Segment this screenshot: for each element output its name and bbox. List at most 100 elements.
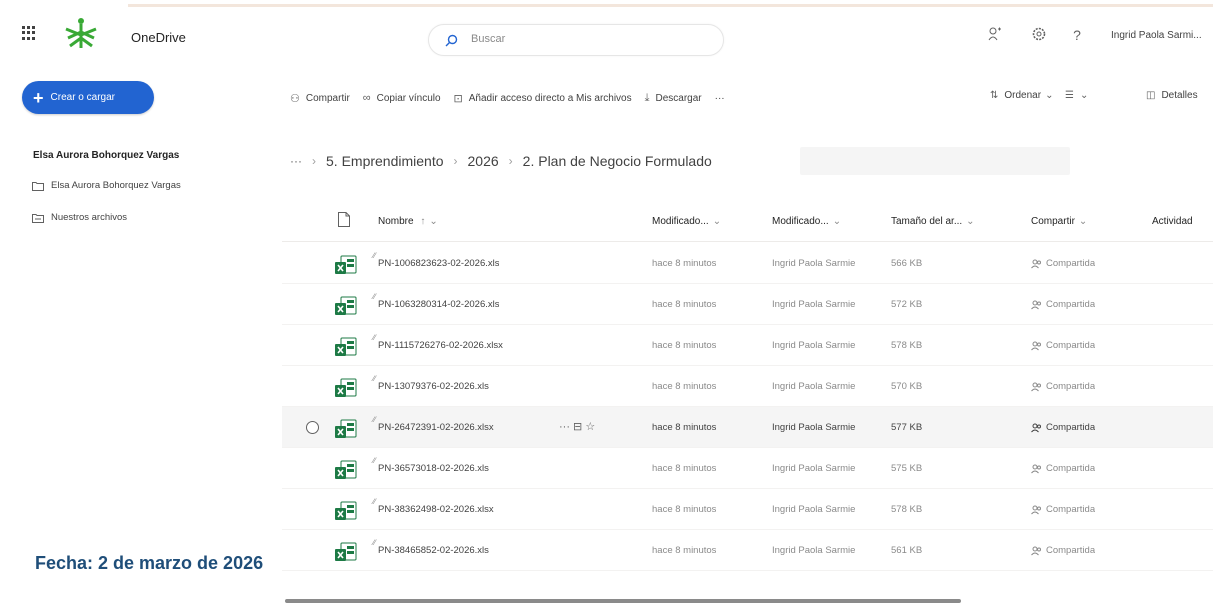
details-command[interactable]: ◫ Detalles <box>1146 90 1198 101</box>
breadcrumb-overflow-button[interactable]: ··· <box>290 154 302 168</box>
sharing-label: Compartida <box>1046 504 1096 515</box>
breadcrumb-item[interactable]: 5. Emprendimiento <box>326 153 444 169</box>
file-sharing-status[interactable]: Compartida <box>1031 504 1095 515</box>
chevron-right-icon: › <box>508 154 513 168</box>
row-select-radio[interactable] <box>306 421 319 434</box>
column-header-sharing[interactable]: Compartir ⌄ <box>1031 216 1087 227</box>
search-input[interactable] <box>471 33 691 45</box>
file-sharing-status[interactable]: Compartida <box>1031 381 1095 392</box>
file-modified-by[interactable]: Ingrid Paola Sarmie <box>772 381 882 392</box>
user-name[interactable]: Ingrid Paola Sarmi... <box>1111 30 1202 41</box>
file-name-link[interactable]: PN-36573018-02-2026.xls <box>378 463 489 474</box>
sort-arrow-icon: ↑ <box>420 216 426 227</box>
file-modified: hace 8 minutos <box>652 545 717 556</box>
people-icon <box>1031 423 1041 432</box>
help-icon[interactable]: ? <box>1068 26 1086 44</box>
file-row[interactable]: ∕∕ PN-38362498-02-2026.xlsx hace 8 minutos… <box>282 489 1213 530</box>
sort-icon: ⇅ <box>990 90 999 101</box>
share-command[interactable]: ⚇ Compartir <box>290 92 350 105</box>
file-modified: hace 8 minutos <box>652 299 717 310</box>
nav-item-our-files[interactable]: Nuestros archivos <box>32 212 127 223</box>
sharing-label: Compartida <box>1046 422 1096 433</box>
column-header-modified-by[interactable]: Modificado... ⌄ <box>772 216 841 227</box>
excel-file-icon <box>335 296 357 315</box>
file-modified-by[interactable]: Ingrid Paola Sarmie <box>772 258 882 269</box>
column-header-activity[interactable]: Actividad <box>1152 216 1193 227</box>
column-label: Modificado... <box>772 216 829 227</box>
row-actions[interactable]: ··· ⊟ ☆ <box>559 420 595 433</box>
nav-item-library-folder[interactable]: Elsa Aurora Bohorquez Vargas <box>32 180 181 191</box>
file-sharing-status[interactable]: Compartida <box>1031 299 1095 310</box>
more-commands-button[interactable]: ··· <box>715 93 725 104</box>
file-sharing-status[interactable]: Compartida <box>1031 340 1095 351</box>
file-row[interactable]: ∕∕ PN-26472391-02-2026.xlsx ··· ⊟ ☆ hace 8 … <box>282 407 1213 448</box>
search-box[interactable] <box>428 24 724 56</box>
link-icon: ∞ <box>362 92 371 104</box>
file-name-link[interactable]: PN-26472391-02-2026.xlsx <box>378 422 494 433</box>
add-shortcut-command[interactable]: ⊡ Añadir acceso directo a Mis archivos <box>454 92 632 105</box>
file-size: 578 KB <box>891 504 923 515</box>
file-name-link[interactable]: PN-1063280314-02-2026.xls <box>378 299 499 310</box>
file-modified-by[interactable]: Ingrid Paola Sarmie <box>772 340 882 351</box>
microphone-share-icon[interactable] <box>986 26 1004 44</box>
sync-status-icon: ∕∕ <box>373 292 376 301</box>
file-name-link[interactable]: PN-1115726276-02-2026.xlsx <box>378 340 503 351</box>
sort-label: Ordenar <box>1004 90 1042 101</box>
horizontal-scrollbar[interactable] <box>285 599 961 603</box>
download-command[interactable]: ⤓ Descargar <box>645 92 702 105</box>
file-row[interactable]: ∕∕ PN-1006823623-02-2026.xls hace 8 minuto… <box>282 243 1213 284</box>
app-launcher-icon[interactable] <box>22 26 36 40</box>
file-sharing-status[interactable]: Compartida <box>1031 545 1095 556</box>
nav-item-label: Elsa Aurora Bohorquez Vargas <box>51 180 181 191</box>
column-header-modified[interactable]: Modificado... ⌄ <box>652 216 721 227</box>
file-sharing-status[interactable]: Compartida <box>1031 463 1095 474</box>
share-label: Compartir <box>305 92 350 104</box>
file-row[interactable]: ∕∕ PN-1115726276-02-2026.xlsx hace 8 minut… <box>282 325 1213 366</box>
more-label: ··· <box>714 92 725 104</box>
file-name-link[interactable]: PN-13079376-02-2026.xls <box>378 381 489 392</box>
file-row[interactable]: ∕∕ PN-13079376-02-2026.xls hace 8 minutos I… <box>282 366 1213 407</box>
file-name-link[interactable]: PN-1006823623-02-2026.xls <box>378 258 499 269</box>
file-name-link[interactable]: PN-38362498-02-2026.xlsx <box>378 504 494 515</box>
copy-link-command[interactable]: ∞ Copiar vínculo <box>363 92 441 104</box>
file-sharing-status[interactable]: Compartida <box>1031 258 1095 269</box>
file-modified-by[interactable]: Ingrid Paola Sarmie <box>772 504 882 515</box>
breadcrumb-current-folder[interactable]: 2. Plan de Negocio Formulado <box>523 153 712 169</box>
list-view-icon: ☰ <box>1065 90 1074 101</box>
file-row[interactable]: ∕∕ PN-1063280314-02-2026.xls hace 8 minuto… <box>282 284 1213 325</box>
folder-icon <box>32 181 44 191</box>
file-name-link[interactable]: PN-38465852-02-2026.xls <box>378 545 489 556</box>
settings-gear-icon[interactable] <box>1030 26 1048 44</box>
file-row[interactable]: ∕∕ PN-38465852-02-2026.xls hace 8 minutos I… <box>282 530 1213 571</box>
column-header-size[interactable]: Tamaño del ar... ⌄ <box>891 216 975 227</box>
view-options-command[interactable]: ☰ ⌄ <box>1065 90 1088 101</box>
file-modified-by[interactable]: Ingrid Paola Sarmie <box>772 463 882 474</box>
file-size: 575 KB <box>891 463 923 474</box>
organization-logo-icon[interactable] <box>60 16 102 50</box>
download-icon: ⤓ <box>644 91 650 104</box>
chevron-down-icon: ⌄ <box>429 216 438 227</box>
chevron-down-icon: ⌄ <box>966 216 975 227</box>
chevron-right-icon: › <box>453 154 458 168</box>
file-modified-by[interactable]: Ingrid Paola Sarmie <box>772 299 882 310</box>
chevron-down-icon: ⌄ <box>1079 90 1089 101</box>
sort-command[interactable]: ⇅ Ordenar ⌄ <box>990 90 1053 101</box>
sync-status-icon: ∕∕ <box>373 374 376 383</box>
file-sharing-status[interactable]: Compartida <box>1031 422 1095 433</box>
app-name[interactable]: OneDrive <box>131 30 186 45</box>
sharing-label: Compartida <box>1046 463 1096 474</box>
create-or-upload-button[interactable]: + Crear o cargar <box>22 81 154 114</box>
file-modified-by[interactable]: Ingrid Paola Sarmie <box>772 545 882 556</box>
people-icon <box>1031 464 1041 473</box>
sync-status-icon: ∕∕ <box>373 456 376 465</box>
file-modified-by[interactable]: Ingrid Paola Sarmie <box>772 422 882 433</box>
file-size: 578 KB <box>891 340 923 351</box>
file-type-icon[interactable] <box>338 212 350 227</box>
chevron-down-icon: ⌄ <box>1045 90 1054 101</box>
file-row[interactable]: ∕∕ PN-36573018-02-2026.xls hace 8 minutos I… <box>282 448 1213 489</box>
sync-status-icon: ∕∕ <box>373 251 376 260</box>
nav-library-heading[interactable]: Elsa Aurora Bohorquez Vargas <box>33 150 179 161</box>
breadcrumb-item[interactable]: 2026 <box>468 153 499 169</box>
sync-status-icon: ∕∕ <box>373 538 376 547</box>
column-header-name[interactable]: Nombre ↑ ⌄ <box>378 216 438 227</box>
